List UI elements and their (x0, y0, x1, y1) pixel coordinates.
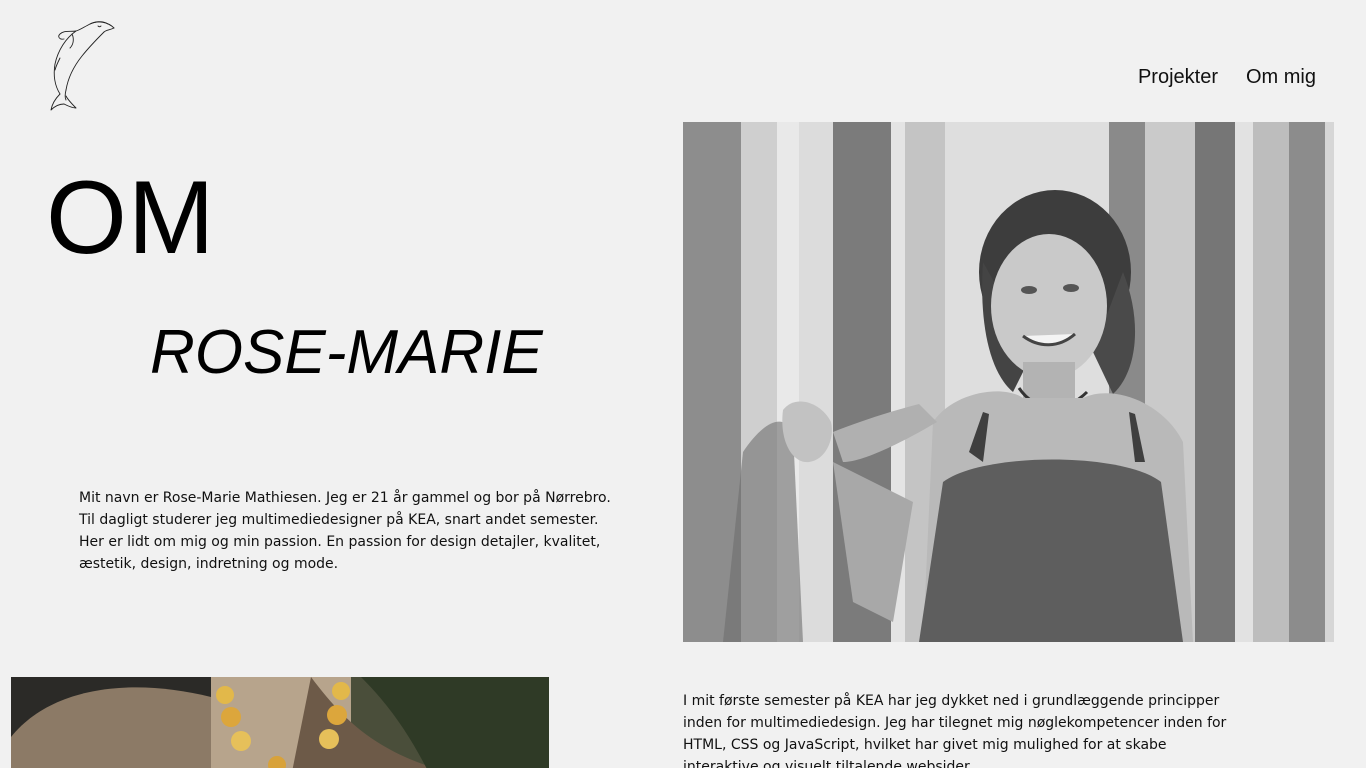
nav-link-projekter[interactable]: Projekter (1138, 66, 1218, 89)
portrait-photo (683, 122, 1334, 642)
dolphin-logo-icon[interactable] (46, 18, 118, 114)
page-title: OM (46, 160, 216, 276)
person-name-heading: ROSE-MARIE (150, 318, 543, 387)
nav-link-om-mig[interactable]: Om mig (1246, 66, 1316, 89)
main-nav: Projekter Om mig (1138, 66, 1316, 89)
study-paragraph: I mit første semester på KEA har jeg dyk… (683, 693, 1227, 768)
second-photo (11, 677, 549, 768)
about-page: Projekter Om mig OM ROSE-MARIE Mit navn … (0, 0, 1366, 768)
intro-paragraph: Mit navn er Rose-Marie Mathiesen. Jeg er… (79, 490, 611, 572)
